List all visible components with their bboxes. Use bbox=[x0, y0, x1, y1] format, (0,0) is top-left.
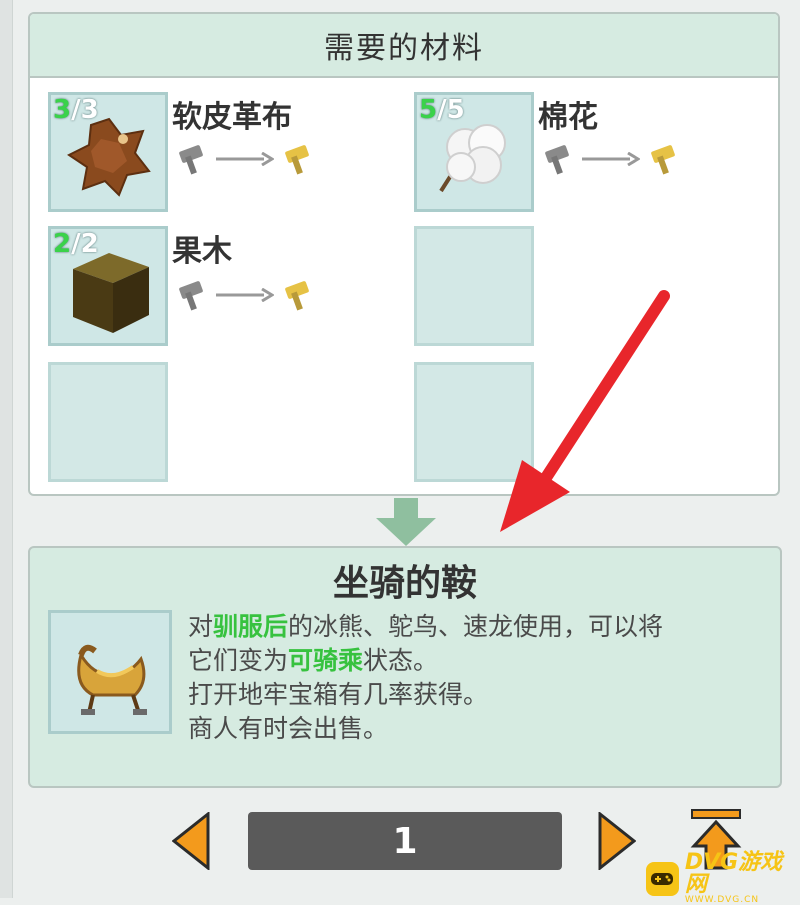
material-slot-leather[interactable]: 3/3 bbox=[48, 92, 168, 212]
materials-header: 需要的材料 bbox=[30, 14, 778, 78]
stone-hammer-icon bbox=[179, 281, 203, 311]
upgrade-arrow-icon bbox=[582, 152, 640, 166]
tool-upgrade-row bbox=[174, 278, 314, 312]
page-number: 1 bbox=[248, 812, 562, 870]
desc-line-4: 商人有时会出售。 bbox=[188, 714, 389, 743]
gold-hammer-icon bbox=[285, 281, 309, 311]
watermark-main: DVG游戏网 bbox=[684, 850, 783, 897]
result-item-slot[interactable] bbox=[48, 610, 172, 734]
saddle-icon bbox=[77, 644, 147, 715]
gamepad-logo-icon bbox=[646, 861, 679, 896]
watermark-sub: WWW.DVG.CN bbox=[684, 895, 760, 905]
material-slot-empty[interactable] bbox=[414, 226, 534, 346]
material-slot-fruitwood[interactable]: 2/2 bbox=[48, 226, 168, 346]
tool-upgrade-row bbox=[174, 142, 314, 176]
result-description: 对驯服后的冰熊、鸵鸟、速龙使用，可以将 它们变为可骑乘状态。 打开地牢宝箱有几率… bbox=[188, 610, 778, 746]
gold-hammer-icon bbox=[285, 145, 309, 175]
next-page-button[interactable] bbox=[598, 812, 636, 870]
desc-line-1: 对驯服后的冰熊、鸵鸟、速龙使用，可以将 bbox=[188, 612, 664, 641]
material-name: 果木 bbox=[172, 234, 232, 269]
stone-hammer-icon bbox=[179, 145, 203, 175]
cotton-icon bbox=[439, 124, 506, 193]
upgrade-arrow-icon bbox=[216, 288, 274, 302]
stone-hammer-icon bbox=[545, 145, 569, 175]
down-arrow-icon bbox=[376, 498, 436, 546]
material-name: 软皮革布 bbox=[172, 100, 292, 135]
material-slot-empty[interactable] bbox=[414, 362, 534, 482]
gold-hammer-icon bbox=[651, 145, 675, 175]
result-panel: 坐骑的鞍 对驯服后的冰熊、鸵鸟、速龙使用，可以将 它们变为可骑乘状态。 打开地牢… bbox=[28, 546, 782, 788]
desc-line-2: 它们变为可骑乘状态。 bbox=[188, 646, 439, 675]
sidebar-strip bbox=[0, 0, 13, 898]
tool-upgrade-row bbox=[540, 142, 680, 176]
prev-page-button[interactable] bbox=[172, 812, 210, 870]
desc-line-3: 打开地牢宝箱有几率获得。 bbox=[188, 680, 489, 709]
result-title: 坐骑的鞍 bbox=[332, 563, 477, 604]
material-slot-empty[interactable] bbox=[48, 362, 168, 482]
material-name: 棉花 bbox=[538, 100, 598, 135]
leather-icon bbox=[67, 117, 151, 197]
fruitwood-block-icon bbox=[73, 253, 149, 333]
materials-panel: 需要的材料 3/3 软皮革布 5/5 棉花 2/2 果木 bbox=[28, 12, 780, 496]
material-slot-cotton[interactable]: 5/5 bbox=[414, 92, 534, 212]
upgrade-arrow-icon bbox=[216, 152, 274, 166]
watermark: DVG游戏网 WWW.DVG.CN bbox=[646, 852, 800, 905]
